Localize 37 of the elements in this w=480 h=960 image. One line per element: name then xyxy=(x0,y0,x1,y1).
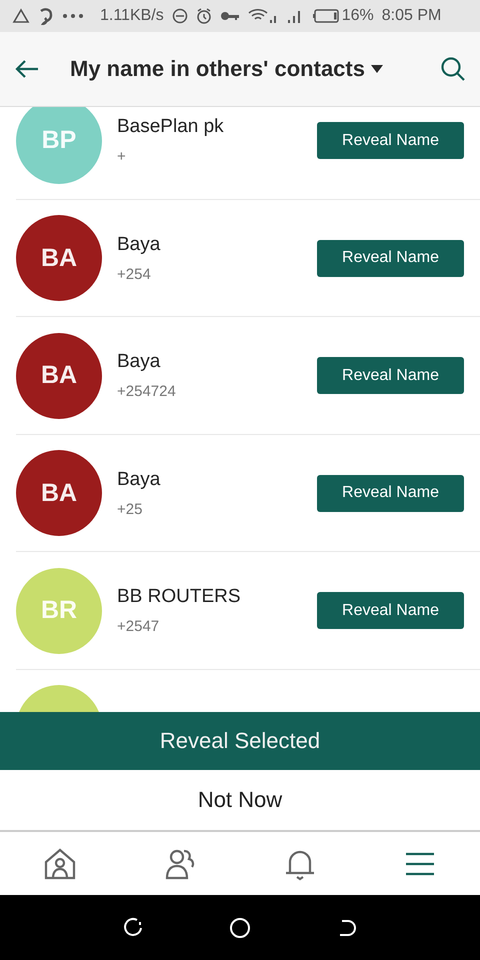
network-speed: 1.11KB/s xyxy=(100,7,164,25)
phone-number: +254 xyxy=(117,266,152,283)
avatar: BA xyxy=(16,450,102,536)
alarm-icon xyxy=(196,8,212,24)
phone-number: + xyxy=(117,148,127,166)
phone-number: +25 xyxy=(117,500,144,518)
avatar: BA xyxy=(16,332,102,419)
wifi-signal-icon xyxy=(248,8,278,24)
swirl-icon xyxy=(38,7,54,25)
reveal-name-button[interactable]: Reveal Name xyxy=(317,240,464,277)
do-not-disturb-icon xyxy=(172,8,188,24)
contact-name: BasePlan pk xyxy=(117,116,225,138)
back-button[interactable] xyxy=(14,59,40,79)
reveal-name-button[interactable]: Reveal Name xyxy=(317,357,464,394)
clock-time: 8:05 PM xyxy=(382,7,442,25)
reveal-selected-button[interactable]: Reveal Selected xyxy=(0,712,480,770)
phone-number: +2547 xyxy=(117,618,160,636)
search-button[interactable] xyxy=(440,56,466,82)
avatar: BR xyxy=(16,568,102,654)
reveal-name-button[interactable]: Reveal Name xyxy=(317,122,464,160)
battery-icon xyxy=(312,9,340,23)
key-icon xyxy=(220,10,240,22)
contact-name: Baya xyxy=(117,468,162,491)
avatar: BA xyxy=(16,215,102,302)
recent-apps-icon[interactable] xyxy=(122,916,144,938)
phone-number: +254724 xyxy=(117,383,177,400)
reveal-name-button[interactable]: Reveal Name xyxy=(317,592,464,630)
battery-level: 16% xyxy=(342,7,374,25)
warning-icon xyxy=(12,8,30,24)
contact-name: BB ROUTERS xyxy=(117,586,242,608)
contact-name: Baya xyxy=(117,351,162,374)
contact-name: Baya xyxy=(117,234,162,256)
avatar: BP xyxy=(16,107,102,184)
reveal-name-button[interactable]: Reveal Name xyxy=(317,474,464,512)
more-icon xyxy=(62,13,84,19)
dropdown-caret-icon[interactable] xyxy=(370,64,384,74)
home-circle-icon[interactable] xyxy=(228,916,251,938)
